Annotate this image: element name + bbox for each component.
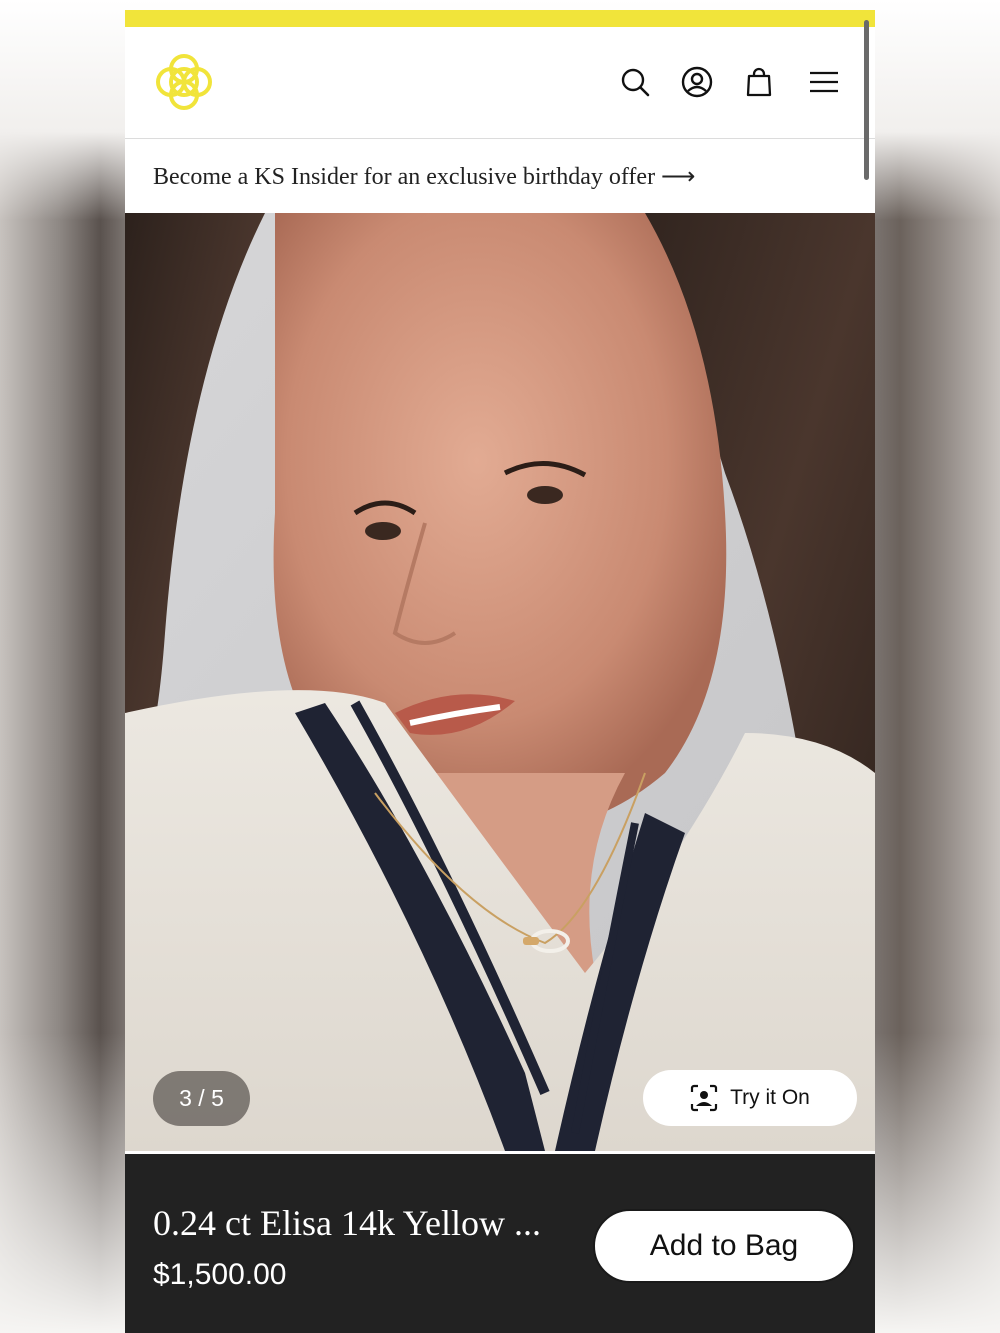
- insider-promo-banner[interactable]: Become a KS Insider for an exclusive bir…: [125, 139, 875, 213]
- bag-icon[interactable]: [742, 65, 776, 99]
- search-icon[interactable]: [618, 65, 652, 99]
- virtual-try-on-icon: [691, 1084, 718, 1112]
- menu-icon[interactable]: [807, 65, 841, 99]
- site-header: [125, 27, 875, 139]
- model-wearing-necklace-image: [125, 213, 875, 1151]
- product-image-gallery[interactable]: 3 / 5 Try it On: [125, 213, 875, 1151]
- ks-flower-logo-icon[interactable]: [149, 47, 219, 117]
- mobile-page: Become a KS Insider for an exclusive bir…: [125, 10, 875, 1333]
- try-it-on-label: Try it On: [730, 1086, 810, 1109]
- gallery-counter: 3 / 5: [153, 1071, 250, 1126]
- top-accent-strip: [125, 10, 875, 27]
- try-it-on-button[interactable]: Try it On: [643, 1070, 857, 1126]
- promo-text: Become a KS Insider for an exclusive bir…: [153, 163, 696, 190]
- account-icon[interactable]: [680, 65, 714, 99]
- product-name: 0.24 ct Elisa 14k Yellow ...: [153, 1203, 542, 1243]
- product-price: $1,500.00: [153, 1258, 287, 1291]
- page-scrollbar[interactable]: [864, 20, 869, 180]
- add-to-bag-button[interactable]: Add to Bag: [593, 1209, 855, 1283]
- sticky-add-to-bag-bar: 0.24 ct Elisa 14k Yellow ... $1,500.00 A…: [125, 1154, 875, 1333]
